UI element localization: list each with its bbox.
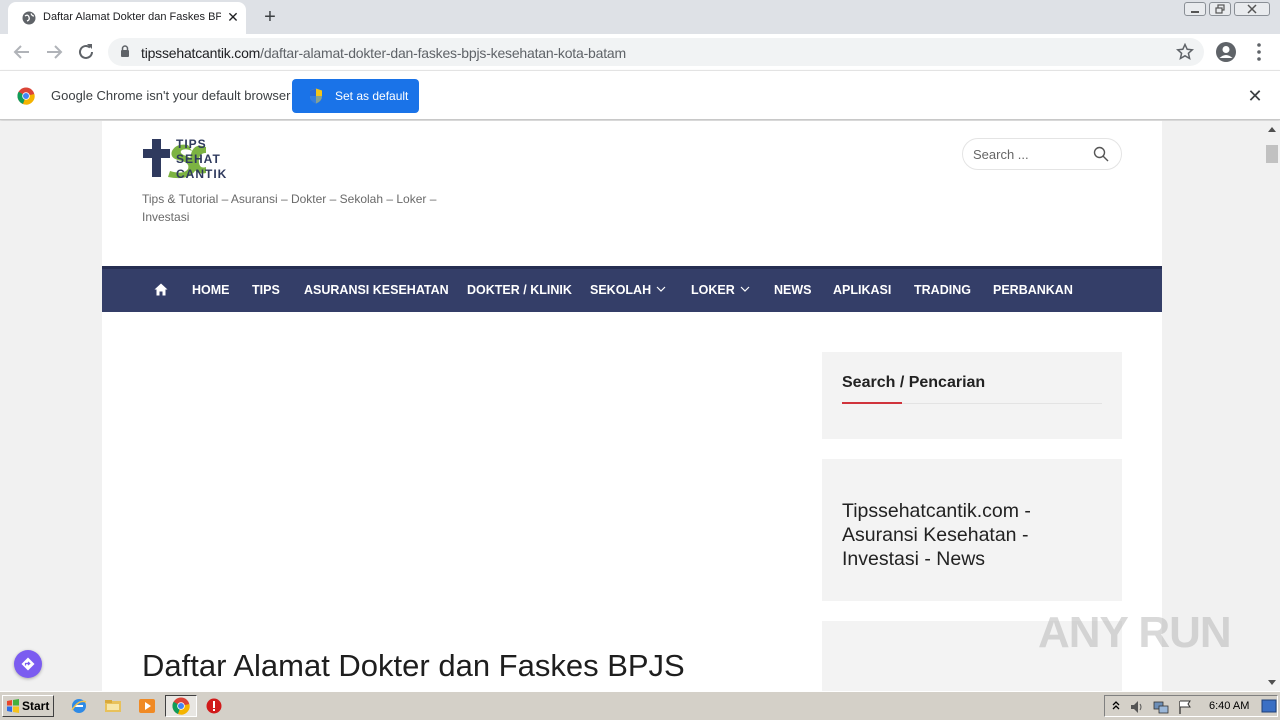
diamond-arrow-icon bbox=[21, 657, 35, 671]
widget-accent-line bbox=[842, 402, 902, 404]
infobar-message: Google Chrome isn't your default browser bbox=[51, 88, 291, 103]
restore-icon[interactable] bbox=[1209, 2, 1231, 16]
stop-sign-icon[interactable] bbox=[205, 697, 223, 715]
back-icon[interactable] bbox=[10, 40, 34, 64]
minimize-icon[interactable] bbox=[1184, 2, 1206, 16]
page-scrollbar[interactable] bbox=[1264, 121, 1280, 691]
address-bar[interactable]: tipssehatcantik.com/daftar-alamat-dokter… bbox=[108, 38, 1204, 66]
nav-aplikasi[interactable]: APLIKASI bbox=[833, 283, 891, 297]
nav-news[interactable]: NEWS bbox=[774, 283, 812, 297]
windows-taskbar: Start 6:40 AM bbox=[0, 691, 1280, 720]
scroll-down-icon[interactable] bbox=[1268, 680, 1276, 685]
media-player-icon[interactable] bbox=[138, 697, 156, 715]
scrollbar-thumb[interactable] bbox=[1266, 145, 1278, 163]
browser-titlebar: Daftar Alamat Dokter dan Faskes BPJS Kes… bbox=[0, 0, 1280, 34]
scroll-up-icon[interactable] bbox=[1268, 127, 1276, 132]
sidebar-site-widget: Tipssehatcantik.com - Asuransi Kesehatan… bbox=[822, 459, 1122, 601]
set-as-default-label: Set as default bbox=[335, 89, 409, 103]
anyrun-watermark: ANY RUN bbox=[1038, 608, 1232, 657]
main-navigation: HOME TIPS ASURANSI KESEHATAN DOKTER / KL… bbox=[102, 266, 1162, 312]
chevron-down-icon bbox=[656, 286, 666, 292]
tab-title: Daftar Alamat Dokter dan Faskes BPJS Kes… bbox=[43, 11, 221, 23]
article-title: Daftar Alamat Dokter dan Faskes BPJS bbox=[142, 648, 685, 683]
site-tagline: Tips & Tutorial – Asuransi – Dokter – Se… bbox=[142, 192, 437, 224]
nav-tips[interactable]: TIPS bbox=[252, 283, 280, 297]
widget-title: Search / Pencarian bbox=[842, 374, 986, 391]
tray-expand-icon[interactable] bbox=[1111, 699, 1121, 713]
file-explorer-icon[interactable] bbox=[104, 697, 122, 715]
sidebar-search-widget: Search / Pencarian bbox=[822, 352, 1122, 439]
header-search bbox=[962, 138, 1122, 170]
browser-tab[interactable]: Daftar Alamat Dokter dan Faskes BPJS Kes… bbox=[8, 2, 246, 34]
account-icon[interactable] bbox=[1214, 40, 1238, 64]
menu-dots-icon[interactable] bbox=[1247, 40, 1271, 64]
site-container: TIPS SEHAT CANTIK Tips & Tutorial – Asur… bbox=[102, 121, 1162, 691]
forward-icon[interactable] bbox=[42, 40, 66, 64]
page-viewport: TIPS SEHAT CANTIK Tips & Tutorial – Asur… bbox=[0, 121, 1264, 691]
chevron-down-icon bbox=[740, 286, 750, 292]
reload-icon[interactable] bbox=[74, 40, 98, 64]
nav-dokter-klinik[interactable]: DOKTER / KLINIK bbox=[467, 283, 572, 297]
nav-sekolah[interactable]: SEKOLAH bbox=[590, 283, 666, 297]
lock-icon[interactable] bbox=[120, 45, 130, 58]
nav-loker[interactable]: LOKER bbox=[691, 283, 750, 297]
infobar-close-icon[interactable]: ✕ bbox=[1246, 87, 1264, 105]
system-tray: 6:40 AM bbox=[1104, 695, 1278, 717]
globe-icon bbox=[22, 11, 36, 25]
nav-trading[interactable]: TRADING bbox=[914, 283, 971, 297]
url-text[interactable]: tipssehatcantik.com/daftar-alamat-dokter… bbox=[141, 45, 626, 61]
action-center-flag-icon[interactable] bbox=[1177, 699, 1193, 715]
show-desktop-icon[interactable] bbox=[1261, 699, 1277, 713]
default-browser-infobar: Google Chrome isn't your default browser… bbox=[0, 70, 1280, 120]
taskbar-chrome-button[interactable] bbox=[165, 695, 197, 717]
volume-icon[interactable] bbox=[1129, 699, 1145, 715]
floating-action-button[interactable] bbox=[14, 650, 42, 678]
nav-perbankan[interactable]: PERBANKAN bbox=[993, 283, 1073, 297]
site-logo-text[interactable]: TIPS SEHAT CANTIK bbox=[176, 137, 227, 182]
set-as-default-button[interactable]: Set as default bbox=[292, 79, 419, 113]
bookmark-star-icon[interactable] bbox=[1176, 43, 1194, 61]
search-input[interactable] bbox=[973, 147, 1083, 162]
nav-home[interactable]: HOME bbox=[192, 283, 230, 297]
home-icon[interactable] bbox=[154, 283, 168, 296]
taskbar-clock[interactable]: 6:40 AM bbox=[1209, 700, 1249, 712]
internet-explorer-icon[interactable] bbox=[70, 697, 88, 715]
windows-flag-icon bbox=[7, 699, 19, 713]
network-icon[interactable] bbox=[1153, 699, 1169, 715]
chrome-taskbar-icon bbox=[172, 697, 190, 715]
widget-site-text: Tipssehatcantik.com - Asuransi Kesehatan… bbox=[842, 500, 1031, 570]
search-icon[interactable] bbox=[1093, 146, 1109, 162]
new-tab-icon[interactable]: + bbox=[258, 5, 282, 29]
tab-close-icon[interactable]: ✕ bbox=[225, 9, 241, 25]
nav-asuransi-kesehatan[interactable]: ASURANSI KESEHATAN bbox=[304, 283, 449, 297]
chrome-logo-icon bbox=[17, 87, 35, 105]
browser-toolbar: tipssehatcantik.com/daftar-alamat-dokter… bbox=[0, 34, 1280, 70]
window-close-icon[interactable] bbox=[1234, 2, 1270, 16]
start-button[interactable]: Start bbox=[2, 695, 54, 717]
uac-shield-icon bbox=[310, 88, 322, 104]
